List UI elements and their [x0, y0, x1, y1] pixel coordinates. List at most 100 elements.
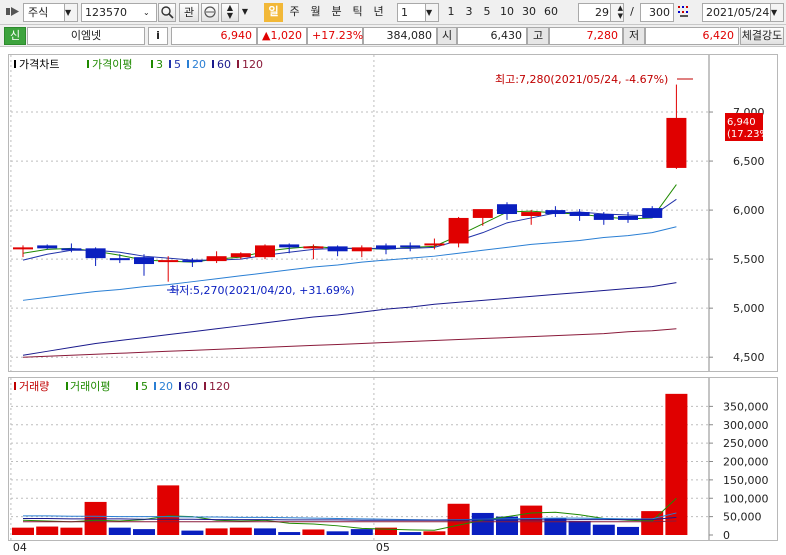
open-label: 시: [437, 27, 457, 45]
period-tab[interactable]: 년: [369, 3, 388, 22]
candle-body: [618, 215, 638, 220]
current-price-tag: 6,940 (17.23%): [725, 113, 773, 141]
candle-body: [37, 245, 58, 249]
y-tick-label: 0: [723, 529, 730, 540]
strength-button[interactable]: 체결강도: [740, 27, 784, 45]
interval-option[interactable]: 60: [540, 3, 562, 22]
volume-bar: [544, 518, 567, 535]
spinner-icon[interactable]: ▲ ▼: [610, 4, 623, 21]
chevron-down-icon: ⌄: [143, 4, 156, 21]
legend-marker: [179, 382, 181, 390]
price-change: ▲1,020: [257, 27, 307, 45]
candle-body: [545, 210, 566, 215]
price-change-pct: +17.23%: [307, 27, 363, 45]
legend-marker: [169, 60, 171, 68]
legend-marker: [212, 60, 214, 68]
view-count-input[interactable]: 29 ▲ ▼: [578, 3, 624, 22]
market-select[interactable]: 주식 ▼: [23, 3, 78, 22]
y-tick-label: 6,500: [733, 155, 765, 168]
legend-marker: [87, 60, 89, 68]
x-tick-label: 05: [375, 541, 390, 554]
search-button[interactable]: [158, 3, 176, 22]
info-button[interactable]: i: [148, 27, 168, 45]
stock-code-input[interactable]: 123570 ⌄: [81, 3, 157, 22]
candle-body: [569, 212, 590, 216]
current-price-tag-pct: (17.23%): [727, 129, 773, 140]
period-tab[interactable]: 틱: [348, 3, 367, 22]
gwan-button[interactable]: 관: [179, 3, 199, 22]
legend-ma-label: 거래이평: [70, 380, 110, 393]
volume-bar: [471, 512, 494, 535]
menu-dropdown-icon[interactable]: ▼: [240, 3, 250, 22]
legend-period: 20: [192, 58, 206, 71]
period-tab[interactable]: 월: [306, 3, 325, 22]
volume-bar: [254, 528, 276, 535]
y-tick-label: 5,000: [733, 302, 765, 315]
low-price: 6,420: [645, 27, 739, 45]
high-annotation: 최고:7,280(2021/05/24, -4.67%): [495, 73, 668, 86]
view-count-value: 29: [595, 6, 609, 19]
legend-period: 60: [217, 58, 231, 71]
candle-body: [303, 246, 324, 249]
volume-chart[interactable]: 거래량 거래이평 5 20 60 120 0 50,000 100,000 150,000 2…: [9, 378, 777, 542]
quote-bar: 신 이엠넷 i 6,940 ▲1,020 +17.23% 384,080 시 6…: [0, 25, 786, 47]
candle-body: [376, 245, 396, 250]
y-tick-label: 6,000: [733, 204, 765, 217]
period-tab[interactable]: 주: [285, 3, 304, 22]
candle-body: [351, 247, 372, 252]
legend-period: 120: [242, 58, 263, 71]
current-price: 6,940: [171, 27, 257, 45]
period-tab[interactable]: 일: [264, 3, 283, 22]
legend-title: 가격차트: [19, 58, 59, 71]
count-separator: /: [630, 5, 634, 18]
volume-bar: [60, 527, 83, 535]
volume-bar: [665, 393, 688, 535]
related-button[interactable]: [201, 3, 219, 22]
candle-body: [448, 217, 469, 244]
interval-option[interactable]: 3: [460, 3, 478, 22]
legend-marker: [151, 60, 153, 68]
date-value: 2021/05/24: [706, 6, 770, 19]
legend-periods: 3 5 20 60 120: [151, 58, 263, 71]
legend-marker: [204, 382, 206, 390]
candle-body: [472, 209, 493, 218]
candle-body: [521, 212, 542, 216]
stock-name: 이엠넷: [27, 27, 145, 45]
date-picker[interactable]: 2021/05/24 ▼: [702, 3, 784, 22]
interval-value: 1: [401, 6, 408, 19]
stepper-button[interactable]: ▲ ▼: [221, 3, 239, 22]
volume-bar: [302, 529, 325, 535]
interval-select[interactable]: 1 ▼: [397, 3, 439, 22]
interval-option[interactable]: 5: [478, 3, 496, 22]
y-tick-label: 250,000: [723, 437, 769, 450]
price-axis: 4,5005,0005,5006,0006,5007,000: [709, 106, 765, 364]
legend-marker: [154, 382, 156, 390]
arrow-down-icon: ▼: [226, 11, 234, 20]
interval-option[interactable]: 30: [518, 3, 540, 22]
chevron-down-icon: ▼: [425, 4, 438, 21]
volume-bar: [181, 530, 204, 535]
total-count-value: 300: [649, 6, 670, 19]
price-chart-panel[interactable]: 가격차트 가격이평 3 5 20 60 120 최고:7,280(2021/05/24,…: [8, 54, 778, 372]
period-tab[interactable]: 분: [327, 3, 346, 22]
y-tick-label: 300,000: [723, 419, 769, 432]
candle-body: [255, 245, 275, 258]
legend-marker: [187, 60, 189, 68]
legend-period: 60: [184, 380, 198, 393]
volume-bar: [326, 531, 349, 535]
high-label: 고: [527, 27, 549, 45]
pin-icon[interactable]: [5, 3, 21, 22]
volume-axis: 0 50,000 100,000 150,000 200,000 250,000 300,0…: [709, 400, 769, 542]
candle-body: [182, 260, 203, 263]
volume-bar: [133, 529, 155, 535]
interval-option[interactable]: 1: [442, 3, 460, 22]
volume-chart-panel[interactable]: 거래량 거래이평 5 20 60 120 0 50,000 100,000 150,000 2…: [8, 377, 778, 542]
legend-period: 5: [141, 380, 148, 393]
total-count-input[interactable]: 300: [640, 3, 674, 22]
price-chart[interactable]: 가격차트 가격이평 3 5 20 60 120 최고:7,280(2021/05/24,…: [9, 55, 777, 371]
zoom-icon[interactable]: [676, 3, 692, 22]
layers-icon: [204, 6, 216, 18]
gwan-label: 관: [183, 6, 195, 19]
volume-bar: [568, 521, 591, 535]
interval-option[interactable]: 10: [496, 3, 518, 22]
